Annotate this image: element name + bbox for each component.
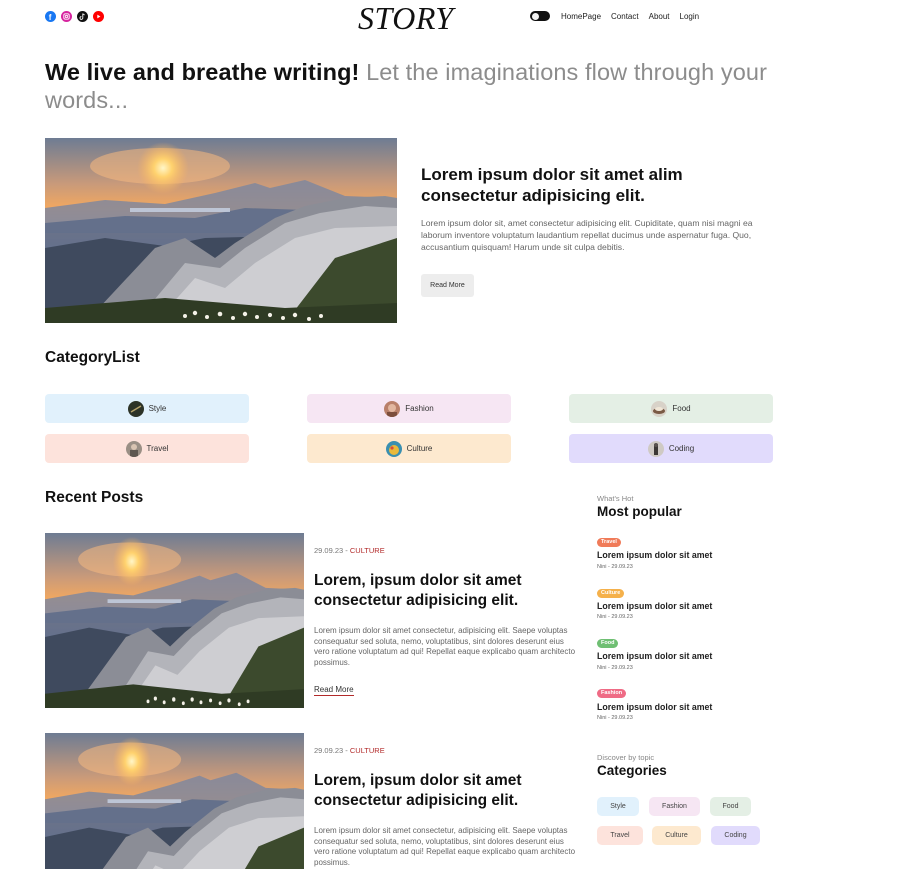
fashion-avatar [384,400,401,417]
svg-text:f: f [49,13,52,22]
style-avatar [127,400,144,417]
theme-toggle[interactable] [530,11,550,21]
category-food[interactable]: Food [569,394,773,423]
popular-item-title[interactable]: Lorem ipsum dolor sit amet [597,651,712,661]
popular-subtitle: What's Hot [597,494,634,503]
post-description: Lorem ipsum dolor sit amet consectetur, … [314,826,576,868]
post-image[interactable] [45,533,304,708]
post-date: 29.09.23 - [314,746,350,755]
popular-tag[interactable]: Travel [597,538,621,547]
category-travel[interactable]: Travel [45,434,249,463]
sidebar-category-fashion[interactable]: Fashion [649,797,700,816]
nav-link-contact[interactable]: Contact [611,12,639,21]
sidebar-category-style[interactable]: Style [597,797,639,816]
food-avatar [651,400,668,417]
nav-link-about[interactable]: About [649,12,670,21]
popular-item-title[interactable]: Lorem ipsum dolor sit amet [597,550,712,560]
featured-title: Lorem ipsum dolor sit amet alim consecte… [421,165,683,205]
featured-image [45,138,397,323]
sidebar-category-culture[interactable]: Culture [652,826,701,845]
recent-posts-title: Recent Posts [45,489,144,506]
hero-title: We live and breathe writing! Let the ima… [45,58,805,114]
coding-avatar [647,440,664,457]
instagram-icon[interactable] [61,11,72,22]
popular-item-title[interactable]: Lorem ipsum dolor sit amet [597,702,712,712]
nav-link-login[interactable]: Login [680,12,700,21]
post-category[interactable]: CULTURE [350,546,385,555]
category-coding[interactable]: Coding [569,434,773,463]
categories-subtitle: Discover by topic [597,753,655,762]
post-title[interactable]: Lorem, ipsum dolor sit amet consectetur … [314,571,574,611]
category-label: Coding [668,444,695,453]
youtube-icon[interactable] [93,11,104,22]
nav-link-homepage[interactable]: HomePage [561,12,601,21]
culture-avatar [385,440,402,457]
sidebar-category-food[interactable]: Food [710,797,751,816]
toggle-knob [532,12,539,20]
popular-item-meta: Nini - 29.09.23 [597,665,633,671]
post-category[interactable]: CULTURE [350,746,385,755]
featured-description: Lorem ipsum dolor sit, amet consectetur … [421,218,753,252]
sidebar-category-travel[interactable]: Travel [597,826,643,845]
post-description: Lorem ipsum dolor sit amet consectetur, … [314,626,576,668]
popular-item-meta: Nini - 29.09.23 [597,715,633,721]
post-title[interactable]: Lorem, ipsum dolor sit amet consectetur … [314,771,574,811]
popular-title: Most popular [597,504,682,519]
social-links: f [45,11,104,22]
category-label: Food [672,404,691,413]
category-label: Style [148,404,167,413]
hero-title-bold: We live and breathe writing! [45,59,360,85]
navbar: f STORY HomePage Contact About Login [0,0,905,36]
post-meta: 29.09.23 - CULTURE [314,546,385,555]
category-label: Culture [406,444,433,453]
nav-links: HomePage Contact About Login [530,11,709,21]
post-read-more-link[interactable]: Read More [314,685,354,696]
featured-read-more-button[interactable]: Read More [421,274,474,297]
category-style[interactable]: Style [45,394,249,423]
category-label: Fashion [405,404,434,413]
category-culture[interactable]: Culture [307,434,511,463]
categories-title: Categories [597,763,667,778]
category-label: Travel [146,444,169,453]
popular-item-meta: Nini - 29.09.23 [597,614,633,620]
category-fashion[interactable]: Fashion [307,394,511,423]
popular-tag[interactable]: Culture [597,589,625,598]
facebook-icon[interactable]: f [45,11,56,22]
popular-item-meta: Nini - 29.09.23 [597,564,633,570]
popular-tag[interactable]: Fashion [597,689,627,698]
post-date: 29.09.23 - [314,546,350,555]
travel-avatar [125,440,142,457]
post-image[interactable] [45,733,304,869]
popular-tag[interactable]: Food [597,639,619,648]
post-meta: 29.09.23 - CULTURE [314,746,385,755]
sidebar-category-coding[interactable]: Coding [711,826,760,845]
category-list-title: CategoryList [45,349,140,366]
popular-item-title[interactable]: Lorem ipsum dolor sit amet [597,601,712,611]
tiktok-icon[interactable] [77,11,88,22]
site-logo[interactable]: STORY [358,0,454,37]
